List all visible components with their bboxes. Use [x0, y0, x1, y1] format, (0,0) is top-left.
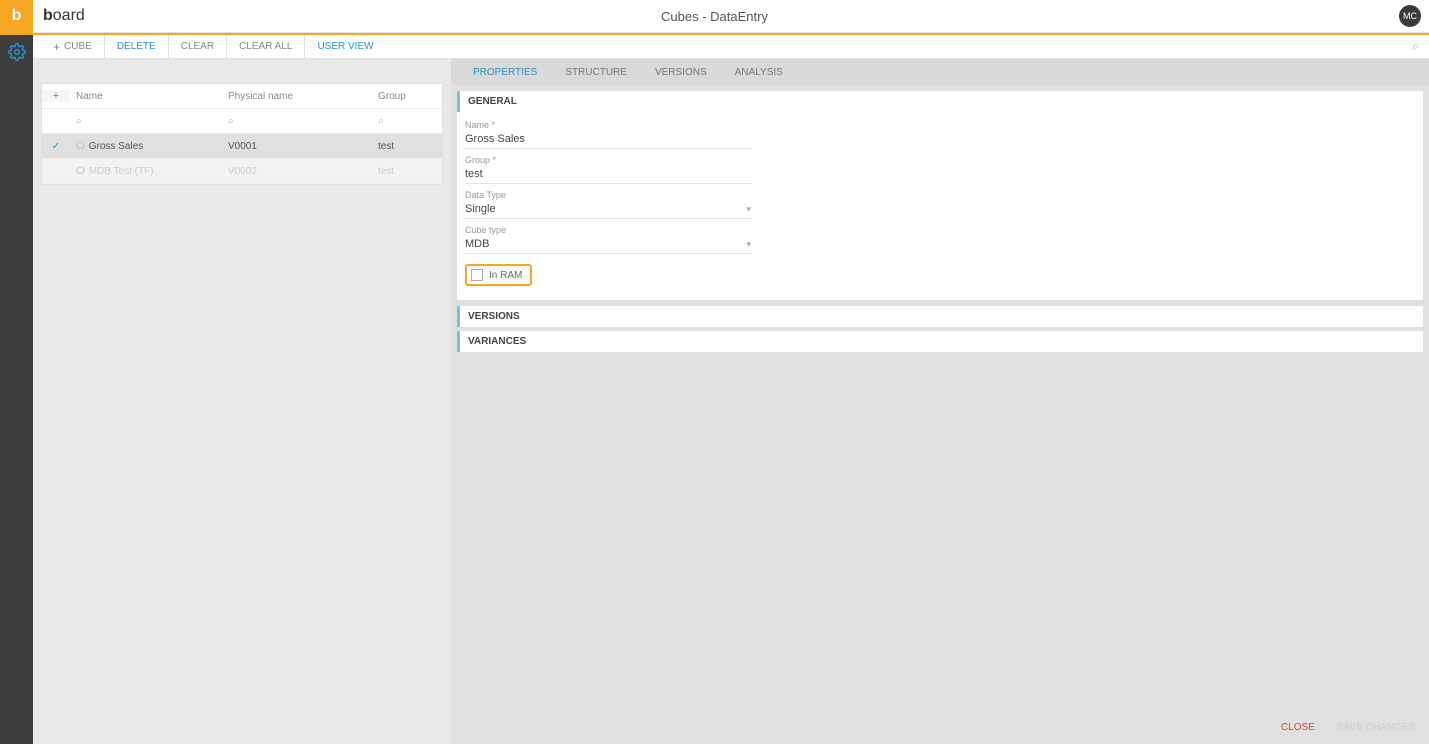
field-cubetype: Cube type MDB ▾ [465, 225, 751, 254]
datatype-label: Data Type [465, 190, 751, 200]
app-launcher-icon: b [12, 7, 22, 25]
clear-label: CLEAR [181, 41, 214, 52]
row-group: test [372, 141, 442, 152]
header-physical[interactable]: Physical name [222, 91, 372, 102]
topbar: b board Cubes - DataEntry MC [0, 0, 1429, 33]
filter-physical-icon[interactable]: ⌕ [228, 115, 234, 127]
left-rail [0, 35, 33, 744]
list-row[interactable]: ⎔ Gross Sales V0001 test [42, 134, 442, 159]
cube-icon: ⎔ [76, 166, 85, 177]
cubetype-label: Cube type [465, 225, 751, 235]
row-name: MDB Test (TF) [89, 166, 154, 177]
row-name: Gross Sales [89, 141, 143, 152]
content-area: + CUBE DELETE CLEAR CLEAR ALL USER VIEW ⌕… [33, 35, 1429, 744]
inram-checkbox-wrap[interactable]: In RAM [465, 264, 532, 286]
delete-label: DELETE [117, 41, 156, 52]
group-label: Group * [465, 155, 751, 165]
tabs: PROPERTIES STRUCTURE VERSIONS ANALYSIS [451, 59, 1429, 85]
chevron-down-icon: ▾ [746, 239, 751, 250]
list-header: + Name Physical name Group [42, 84, 442, 109]
body-split: + Name Physical name Group ⌕ ⌕ ⌕ ⎔ Gross … [33, 59, 1429, 744]
name-label: Name * [465, 120, 751, 130]
tab-analysis[interactable]: ANALYSIS [721, 59, 797, 85]
cube-icon: ⎔ [76, 141, 85, 152]
row-physical: V0002 [222, 166, 372, 177]
section-versions[interactable]: VERSIONS [457, 306, 1423, 327]
tab-structure[interactable]: STRUCTURE [551, 59, 641, 85]
properties-body: GENERAL Name * Gross Sales Group * test … [451, 85, 1429, 744]
row-checkbox[interactable] [42, 141, 70, 152]
filter-group-icon[interactable]: ⌕ [378, 115, 384, 127]
user-view-button[interactable]: USER VIEW [305, 35, 385, 59]
inram-checkbox[interactable] [471, 269, 483, 281]
toolbar: + CUBE DELETE CLEAR CLEAR ALL USER VIEW ⌕ [33, 35, 1429, 59]
detail-panel: PROPERTIES STRUCTURE VERSIONS ANALYSIS G… [451, 59, 1429, 744]
tab-properties[interactable]: PROPERTIES [459, 59, 551, 85]
logo[interactable]: board [33, 7, 95, 25]
plus-icon: + [53, 41, 60, 53]
field-group: Group * test [465, 155, 751, 184]
gear-icon[interactable] [8, 43, 26, 61]
header-name[interactable]: Name [70, 91, 222, 102]
add-row-icon[interactable]: + [53, 90, 59, 102]
name-value: Gross Sales [465, 133, 525, 145]
field-datatype: Data Type Single ▾ [465, 190, 751, 219]
list-row[interactable]: ⎔ MDB Test (TF) V0002 test [42, 159, 442, 184]
user-view-label: USER VIEW [317, 41, 373, 52]
search-icon[interactable]: ⌕ [1412, 39, 1419, 54]
filter-name-icon[interactable]: ⌕ [76, 115, 82, 127]
header-group[interactable]: Group [372, 91, 442, 102]
field-name: Name * Gross Sales [465, 120, 751, 149]
list-filter-row: ⌕ ⌕ ⌕ [42, 109, 442, 134]
clear-all-label: CLEAR ALL [239, 41, 292, 52]
list-panel: + Name Physical name Group ⌕ ⌕ ⌕ ⎔ Gross … [33, 59, 451, 744]
add-cube-button[interactable]: + CUBE [41, 35, 105, 59]
cubetype-value: MDB [465, 238, 489, 250]
clear-button[interactable]: CLEAR [169, 35, 227, 59]
close-button[interactable]: CLOSE [1281, 722, 1315, 733]
inram-label: In RAM [489, 270, 522, 281]
general-form: Name * Gross Sales Group * test Data Typ… [457, 112, 1423, 300]
section-general[interactable]: GENERAL [457, 91, 1423, 112]
datatype-value: Single [465, 203, 496, 215]
cube-list: + Name Physical name Group ⌕ ⌕ ⌕ ⎔ Gross … [41, 83, 443, 185]
row-physical: V0001 [222, 141, 372, 152]
tab-versions[interactable]: VERSIONS [641, 59, 721, 85]
footer: CLOSE SAVE CHANGES [451, 710, 1429, 744]
section-variances[interactable]: VARIANCES [457, 331, 1423, 352]
page-title: Cubes - DataEntry [661, 9, 768, 24]
main-wrap: + CUBE DELETE CLEAR CLEAR ALL USER VIEW ⌕… [0, 35, 1429, 744]
name-input[interactable]: Gross Sales [465, 130, 751, 149]
add-cube-label: CUBE [64, 41, 92, 52]
group-input[interactable]: test [465, 165, 751, 184]
cubetype-select[interactable]: MDB ▾ [465, 235, 751, 254]
row-group: test [372, 166, 442, 177]
logo-text: board [43, 7, 85, 25]
clear-all-button[interactable]: CLEAR ALL [227, 35, 305, 59]
datatype-select[interactable]: Single ▾ [465, 200, 751, 219]
save-changes-button[interactable]: SAVE CHANGES [1337, 722, 1415, 733]
group-value: test [465, 168, 483, 180]
user-avatar[interactable]: MC [1399, 5, 1421, 27]
chevron-down-icon: ▾ [746, 204, 751, 215]
delete-button[interactable]: DELETE [105, 35, 169, 59]
app-launcher[interactable]: b [0, 0, 33, 33]
